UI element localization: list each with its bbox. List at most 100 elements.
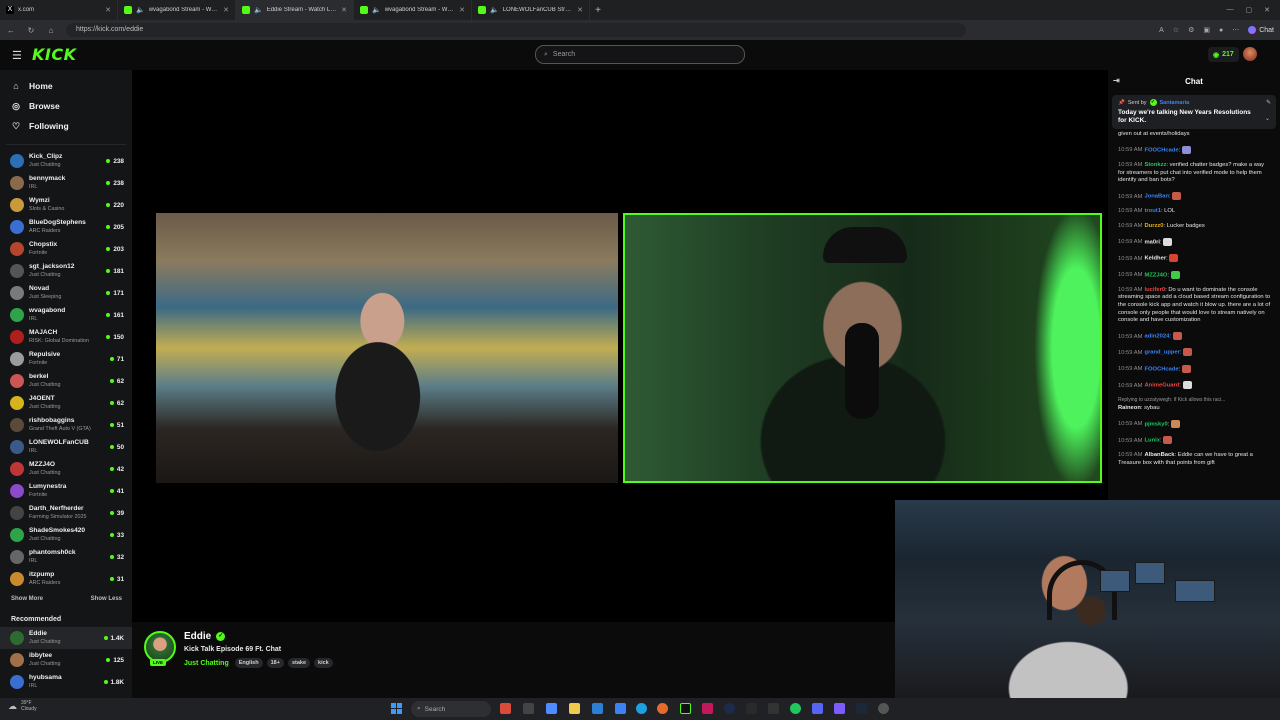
sidebar-channel-item[interactable]: ShadeSmokes420 Just Chatting 33 xyxy=(0,524,132,546)
kick-logo[interactable]: KICK xyxy=(32,45,77,64)
outlook-icon[interactable] xyxy=(615,703,626,714)
taskbar-search[interactable]: ⌕ Search xyxy=(411,701,491,717)
stream-tag[interactable]: 18+ xyxy=(266,658,284,668)
chat-username[interactable]: adin2024 xyxy=(1145,334,1170,340)
sidebar-channel-item[interactable]: Repulsive Fortnite 71 xyxy=(0,348,132,370)
copilot-app-icon[interactable] xyxy=(546,703,557,714)
chat-message[interactable]: 10:59 AM FOOCHcade: xyxy=(1108,145,1280,155)
edge-icon[interactable] xyxy=(636,703,647,714)
sidebar-channel-item[interactable]: MZZJ4O Just Chatting 42 xyxy=(0,458,132,480)
close-tab-icon[interactable]: ✕ xyxy=(341,6,347,14)
new-tab-button[interactable]: + xyxy=(590,5,606,16)
chat-message[interactable]: 10:59 AM FOOCHcade: xyxy=(1108,364,1280,374)
chat-username[interactable]: ma0ri xyxy=(1145,239,1160,245)
sidebar-channel-item[interactable]: bennymack IRL 238 xyxy=(0,172,132,194)
collections-icon[interactable]: ▣ xyxy=(1203,26,1210,34)
extensions-icon[interactable]: ⚙ xyxy=(1188,26,1194,34)
close-tab-icon[interactable]: ✕ xyxy=(577,6,583,14)
chat-username[interactable]: AnimeGuard xyxy=(1145,383,1180,389)
task-view-icon[interactable] xyxy=(523,703,534,714)
sidebar-channel-item[interactable]: hyubsama IRL 1.8K xyxy=(0,671,132,693)
chat-message[interactable]: given out at events/holidays xyxy=(1108,131,1280,139)
sidebar-channel-item[interactable]: wvagabond IRL 161 xyxy=(0,304,132,326)
sidebar-channel-item[interactable]: rishbobaggins Grand Theft Auto V (GTA) 51 xyxy=(0,414,132,436)
stream-tag[interactable]: kick xyxy=(314,658,333,668)
windows-start-icon[interactable] xyxy=(391,703,402,714)
points-badge[interactable]: ◉ 217 xyxy=(1208,47,1239,62)
sidebar-channel-item[interactable]: itzpump ARC Raiders 31 xyxy=(0,568,132,590)
sidebar-channel-item[interactable]: Wymzi Slots & Casino 220 xyxy=(0,194,132,216)
chat-message[interactable]: 10:59 AM MZZJ4O: xyxy=(1108,270,1280,280)
url-field[interactable]: https://kick.com/eddie xyxy=(66,23,966,37)
minimize-icon[interactable]: — xyxy=(1227,6,1234,14)
spotify-icon[interactable] xyxy=(790,703,801,714)
chat-username[interactable]: JonaBan xyxy=(1145,194,1169,200)
chat-message[interactable]: 10:59 AM trout1: LOL xyxy=(1108,208,1280,216)
browser-tab[interactable]: 🔈Eddie Stream - Watch Live on✕ xyxy=(236,0,354,20)
chat-username[interactable]: Raineon xyxy=(1118,405,1141,411)
category-link[interactable]: Just Chatting xyxy=(184,660,229,667)
chat-username[interactable]: Lunix xyxy=(1145,438,1160,444)
steam-icon[interactable] xyxy=(856,703,867,714)
chat-username[interactable]: trout1 xyxy=(1145,208,1161,214)
app-icon[interactable] xyxy=(834,703,845,714)
browser-tab[interactable]: 🔈wvagabond Stream - Watch Live✕ xyxy=(118,0,236,20)
show-less-button[interactable]: Show Less xyxy=(91,596,122,602)
chat-message[interactable]: 10:59 AM ma0ri: xyxy=(1108,237,1280,247)
more-icon[interactable]: ⋯ xyxy=(1232,26,1239,34)
close-tab-icon[interactable]: ✕ xyxy=(459,6,465,14)
chat-username[interactable]: lucifer0 xyxy=(1145,287,1166,293)
close-window-icon[interactable]: ✕ xyxy=(1264,6,1270,14)
store-icon[interactable] xyxy=(592,703,603,714)
sidebar-item-following[interactable]: ♡ Following xyxy=(0,116,132,136)
sidebar-channel-item[interactable]: berkel Just Chatting 62 xyxy=(0,370,132,392)
chat-username[interactable]: Stonkzz xyxy=(1145,162,1167,168)
sidebar-channel-item[interactable]: Darth_Nerfherder Farming Simulator 2025 39 xyxy=(0,502,132,524)
stream-tag[interactable]: stake xyxy=(287,658,311,668)
pinned-message[interactable]: 📌 Sent by ✓ Santamaria Today we're talki… xyxy=(1112,95,1276,129)
sidebar-channel-item[interactable]: sgt_jackson12 Just Chatting 181 xyxy=(0,260,132,282)
sidebar-channel-item[interactable]: MAJACH RISK: Global Domination 150 xyxy=(0,326,132,348)
chat-username[interactable]: Durzz0 xyxy=(1145,223,1164,229)
discord-icon[interactable] xyxy=(812,703,823,714)
chat-username[interactable]: AlbanBack xyxy=(1145,452,1175,458)
collapse-chat-icon[interactable]: ⇥ xyxy=(1113,76,1120,85)
sidebar-item-browse[interactable]: ◎ Browse xyxy=(0,96,132,116)
chevron-down-icon[interactable]: ⌄ xyxy=(1265,115,1270,122)
sidebar-item-home[interactable]: ⌂ Home xyxy=(0,76,132,96)
chat-message[interactable]: 10:59 AM AnimeGuard: xyxy=(1108,380,1280,390)
media-app-icon[interactable] xyxy=(500,703,511,714)
chat-message[interactable]: 10:59 AM Keldher: xyxy=(1108,254,1280,263)
search-input[interactable]: ⌕ Search xyxy=(535,45,745,64)
app-icon[interactable] xyxy=(702,703,713,714)
sidebar-channel-item[interactable]: Kick_Clipz Just Chatting 238 xyxy=(0,150,132,172)
file-explorer-icon[interactable] xyxy=(569,703,580,714)
weather-widget[interactable]: ☁ 39°F Cloudy xyxy=(8,700,37,712)
browser-tab[interactable]: 🔈wvagabond Stream - Watch Live✕ xyxy=(354,0,472,20)
chat-username[interactable]: grand_upper xyxy=(1145,350,1180,356)
browser-tab[interactable]: 🔈LONEWOLFanCUB Stream - Watch ✕ xyxy=(472,0,590,20)
chat-message[interactable]: 10:59 AM lucifer0: Do u want to dominate … xyxy=(1108,287,1280,325)
chat-message[interactable]: 10:59 AM Lunix: xyxy=(1108,435,1280,445)
chat-username[interactable]: pjmsky0 xyxy=(1145,421,1168,427)
favorite-star-icon[interactable]: ☆ xyxy=(1173,26,1179,34)
chat-message[interactable]: 10:59 AM JonaBan: xyxy=(1108,192,1280,201)
profile-icon[interactable]: ● xyxy=(1219,27,1223,34)
reload-icon[interactable]: ↻ xyxy=(26,26,36,35)
close-tab-icon[interactable]: ✕ xyxy=(105,6,111,14)
app-icon[interactable] xyxy=(768,703,779,714)
chat-message[interactable]: 10:59 AM AlbanBack: Eddie can we have to … xyxy=(1108,452,1280,467)
chat-username[interactable]: FOOCHcade xyxy=(1145,147,1179,153)
menu-icon[interactable]: ☰ xyxy=(12,49,22,62)
chat-username[interactable]: MZZJ4O xyxy=(1145,272,1168,278)
chat-message[interactable]: Replying to uzzatywegh: If Kick allows t… xyxy=(1108,397,1280,412)
app-icon[interactable] xyxy=(878,703,889,714)
sidebar-channel-item[interactable]: J4OENT Just Chatting 62 xyxy=(0,392,132,414)
chat-message[interactable]: 10:59 AM pjmsky0: xyxy=(1108,419,1280,429)
user-avatar[interactable] xyxy=(1243,47,1257,61)
copilot-chat-button[interactable]: Chat xyxy=(1248,26,1274,34)
home-nav-icon[interactable]: ⌂ xyxy=(46,26,56,35)
app-icon[interactable] xyxy=(724,703,735,714)
sidebar-channel-item[interactable]: BlueDogStephens ARC Raiders 205 xyxy=(0,216,132,238)
sidebar-channel-item[interactable]: Eddie Just Chatting 1.4K xyxy=(0,627,132,649)
